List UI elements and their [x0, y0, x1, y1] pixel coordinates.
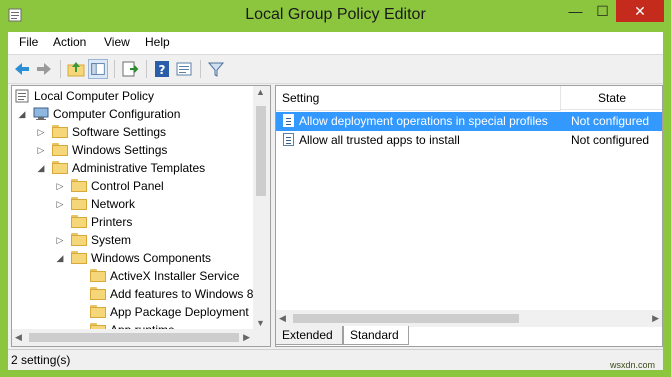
scroll-up-arrow-icon[interactable]: ▲ [256, 87, 265, 97]
tree-vertical-scroll-thumb[interactable] [256, 106, 266, 196]
tree-node-label: Computer Configuration [53, 107, 181, 121]
computer-policy-icon [15, 89, 29, 103]
scroll-right-arrow-icon[interactable]: ▶ [243, 332, 250, 343]
menu-action[interactable]: Action [53, 35, 86, 49]
folder-icon [71, 197, 87, 210]
back-icon[interactable] [12, 59, 32, 79]
tab-standard[interactable]: Standard [343, 326, 409, 345]
collapsed-arrow-icon[interactable]: ▷ [55, 181, 65, 191]
column-header-state[interactable]: State [561, 86, 662, 110]
tab-extended[interactable]: Extended [275, 326, 343, 345]
folder-icon [90, 305, 106, 318]
title-bar[interactable]: Local Group Policy Editor — ☐ ✕ [0, 0, 671, 32]
folder-icon [52, 143, 68, 156]
list-item[interactable]: Allow deployment operations in special p… [276, 112, 662, 131]
watermark: wsxdn.com [610, 360, 656, 370]
menu-bar: File Action View Help [8, 32, 663, 54]
tree-node-label: Windows Components [91, 251, 212, 265]
show-hide-tree-icon[interactable] [88, 59, 108, 79]
export-list-icon[interactable] [120, 59, 140, 79]
close-button[interactable]: ✕ [616, 0, 664, 22]
expanded-arrow-icon[interactable]: ◢ [55, 253, 65, 263]
setting-name: Allow all trusted apps to install [299, 133, 460, 147]
svg-text:?: ? [159, 63, 166, 77]
collapsed-arrow-icon[interactable]: ▷ [36, 127, 46, 137]
status-bar: 2 setting(s) [8, 349, 663, 370]
menu-help[interactable]: Help [145, 35, 170, 49]
scroll-left-arrow-icon[interactable]: ◀ [15, 332, 22, 343]
tree-node-label: Local Computer Policy [34, 89, 155, 103]
menu-view[interactable]: View [104, 35, 130, 49]
maximize-button[interactable]: ☐ [589, 0, 616, 22]
tree-node-label: App Package Deployment [110, 305, 249, 319]
up-folder-icon[interactable] [66, 59, 86, 79]
forward-icon[interactable] [34, 59, 54, 79]
status-text: 2 setting(s) [11, 353, 71, 367]
minimize-button[interactable]: — [562, 0, 589, 22]
list-item[interactable]: Allow all trusted apps to install Not co… [276, 131, 662, 150]
help-icon[interactable]: ? [152, 59, 172, 79]
policy-setting-icon [283, 133, 294, 146]
tree-node-label: ActiveX Installer Service [110, 269, 240, 283]
tree-vertical-scrollbar[interactable]: ▲ ▼ [253, 86, 270, 329]
setting-name: Allow deployment operations in special p… [299, 114, 548, 128]
setting-state: Not configured [571, 133, 650, 147]
scroll-left-arrow-icon[interactable]: ◀ [279, 313, 286, 324]
scroll-down-arrow-icon[interactable]: ▼ [256, 318, 265, 328]
tree-node-label: Network [91, 197, 136, 211]
toolbar-separator [200, 60, 201, 78]
list-horizontal-scrollbar[interactable]: ◀ ▶ [276, 310, 662, 327]
tree-horizontal-scrollbar[interactable]: ◀ ▶ [12, 329, 270, 346]
folder-icon [52, 125, 68, 138]
console-tree[interactable]: Local Computer Policy ◢ Computer Configu… [11, 85, 271, 347]
toolbar-separator [146, 60, 147, 78]
tree-node-label: Administrative Templates [72, 161, 206, 175]
folder-icon [71, 251, 87, 264]
tree-node-label: System [91, 233, 132, 247]
collapsed-arrow-icon[interactable]: ▷ [36, 145, 46, 155]
tree-node-label: Add features to Windows 8 [110, 287, 254, 301]
toolbar-separator [60, 60, 61, 78]
folder-icon [71, 179, 87, 192]
settings-list-pane[interactable]: Setting State Allow deployment operation… [275, 85, 663, 347]
tree-node-label: Software Settings [72, 125, 167, 139]
tree-node-label: Control Panel [91, 179, 164, 193]
expanded-arrow-icon[interactable]: ◢ [36, 163, 46, 173]
collapsed-arrow-icon[interactable]: ▷ [55, 235, 65, 245]
filter-icon[interactable] [206, 59, 226, 79]
folder-icon [52, 161, 68, 174]
setting-state: Not configured [571, 114, 650, 128]
menu-file[interactable]: File [19, 35, 38, 49]
tree-node-label: Printers [91, 215, 133, 229]
folder-icon [90, 269, 106, 282]
column-header-setting[interactable]: Setting [276, 86, 561, 111]
toolbar-separator [114, 60, 115, 78]
scroll-right-arrow-icon[interactable]: ▶ [652, 313, 659, 324]
expanded-arrow-icon[interactable]: ◢ [17, 109, 27, 119]
collapsed-arrow-icon[interactable]: ▷ [55, 199, 65, 209]
folder-icon [71, 215, 87, 228]
extended-view-icon[interactable] [174, 59, 194, 79]
tree-horizontal-scroll-thumb[interactable] [29, 333, 239, 342]
window: Local Group Policy Editor — ☐ ✕ File Act… [0, 0, 671, 377]
tree-node-label: Windows Settings [72, 143, 168, 157]
folder-icon [90, 287, 106, 300]
toolbar: ? [8, 54, 663, 84]
folder-icon [71, 233, 87, 246]
client-area: File Action View Help ? Local Computer P… [8, 32, 663, 370]
computer-icon [33, 107, 49, 120]
list-horizontal-scroll-thumb[interactable] [293, 314, 519, 323]
policy-setting-icon [283, 114, 294, 127]
